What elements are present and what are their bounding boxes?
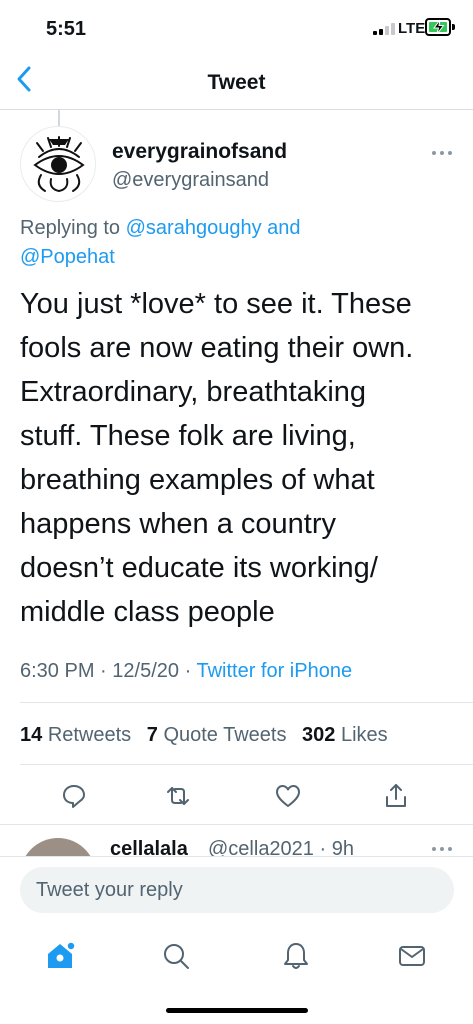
tweet-date: 12/5/20 <box>112 660 180 682</box>
meta-separator: · <box>184 660 192 682</box>
tweet-text: You just *love* to see it. These fools a… <box>20 288 414 628</box>
user-handle[interactable]: @everygrainsand <box>112 169 269 192</box>
messages-icon[interactable] <box>396 940 428 972</box>
retweet-icon[interactable] <box>164 782 192 810</box>
status-time: 5:51 <box>46 18 87 40</box>
divider <box>20 764 473 765</box>
reply-input[interactable]: Tweet your reply <box>20 867 454 913</box>
reply-icon[interactable] <box>60 782 88 810</box>
tab-bar <box>0 930 473 990</box>
engagement-stats: 14 Retweets 7 Quote Tweets 302 Likes <box>20 724 388 747</box>
meta-separator: · <box>100 660 107 682</box>
charging-bolt-icon <box>433 19 445 35</box>
network-type: LTE <box>398 20 426 37</box>
reply-preview[interactable]: cellalala @cella2021 · 9h <box>0 826 473 856</box>
tweet-time: 6:30 PM <box>20 660 95 682</box>
tweet-source-link[interactable]: Twitter for iPhone <box>196 660 352 682</box>
like-icon[interactable] <box>274 782 302 810</box>
reply-composer-area: Tweet your reply <box>0 856 473 916</box>
replying-to: Replying to @sarahgoughy and @Popehat <box>20 214 440 272</box>
more-options-icon[interactable] <box>430 844 454 854</box>
search-icon[interactable] <box>160 940 192 972</box>
reply-author-handle: @cella2021 · 9h <box>208 838 354 856</box>
mention-link[interactable]: @Popehat <box>20 246 115 268</box>
reply-author-name[interactable]: cellalala <box>110 838 188 856</box>
mention-link[interactable]: @sarahgoughy <box>126 217 262 239</box>
avatar[interactable] <box>20 838 96 856</box>
display-name[interactable]: everygrainofsand <box>112 140 287 164</box>
replying-and: and <box>261 217 301 239</box>
more-options-icon[interactable] <box>430 148 454 158</box>
share-icon[interactable] <box>382 782 410 810</box>
home-indicator <box>166 1008 308 1013</box>
divider <box>20 702 473 703</box>
replying-prefix: Replying to <box>20 217 126 239</box>
likes-stat[interactable]: 302 Likes <box>302 724 388 746</box>
page-title: Tweet <box>207 71 266 94</box>
avatar[interactable] <box>20 126 96 202</box>
author-logo-icon <box>33 136 85 192</box>
cellular-signal-icon <box>373 23 395 35</box>
notifications-icon[interactable] <box>280 940 312 972</box>
divider <box>0 824 473 825</box>
home-icon[interactable] <box>44 940 76 972</box>
tweet-meta: 6:30 PM · 12/5/20 · Twitter for iPhone <box>20 660 352 683</box>
quote-tweets-stat[interactable]: 7 Quote Tweets <box>147 724 287 746</box>
retweets-stat[interactable]: 14 Retweets <box>20 724 131 746</box>
navigation-bar: Tweet <box>0 52 473 110</box>
status-bar: 5:51 LTE <box>0 0 473 52</box>
